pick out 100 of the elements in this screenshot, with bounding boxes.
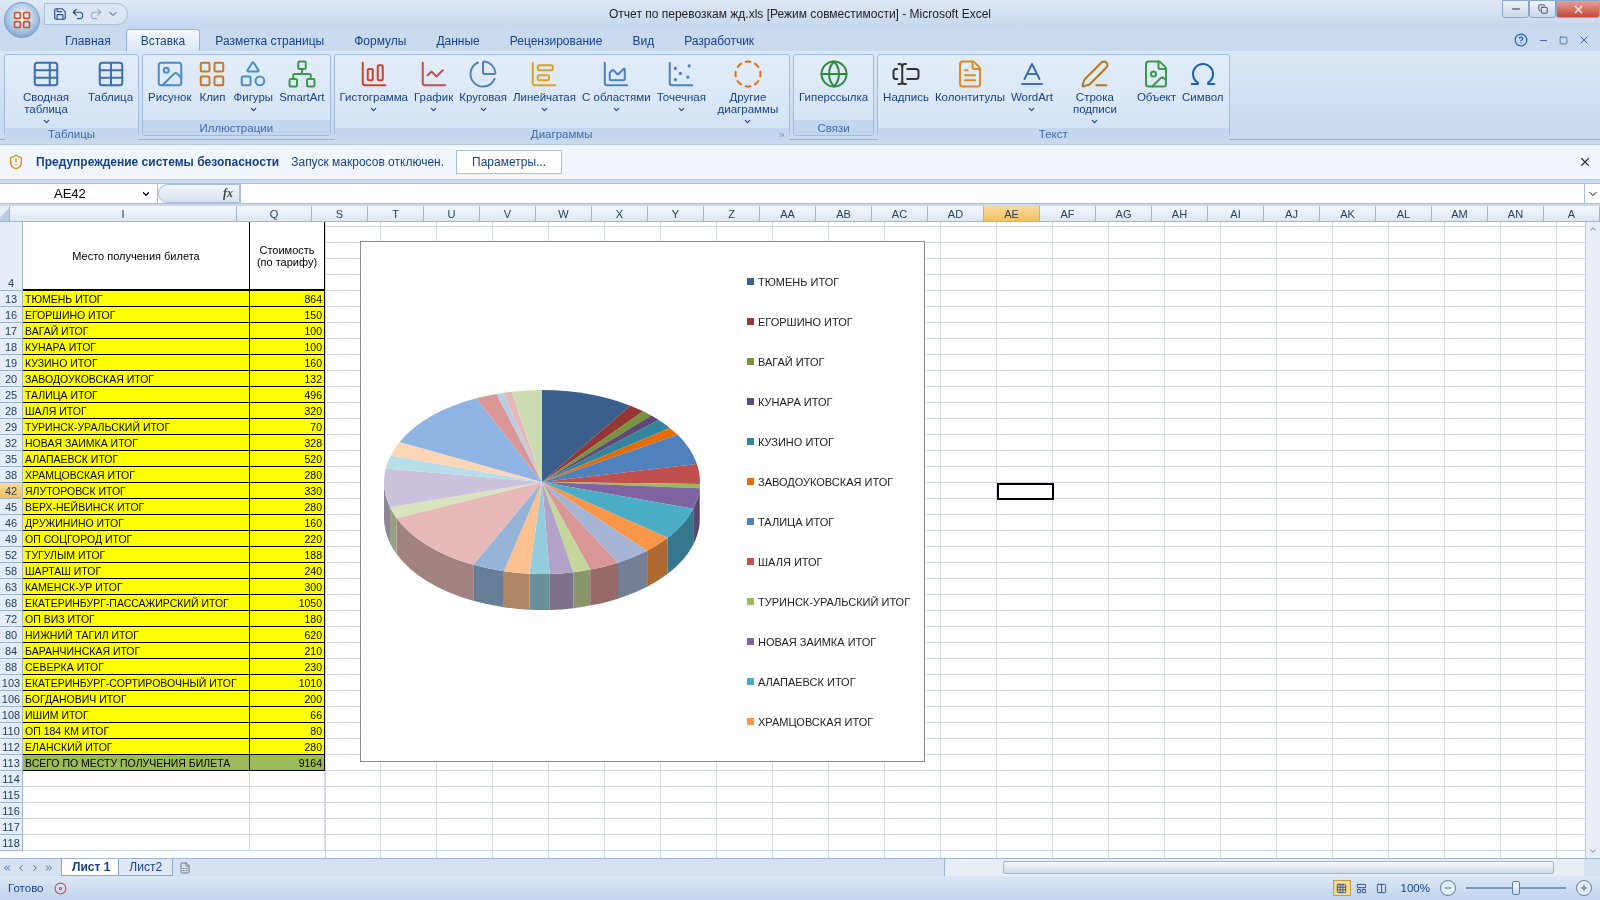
column-header[interactable]: U	[424, 206, 480, 221]
ribbon-button[interactable]: Клип	[194, 57, 231, 105]
next-sheet-icon[interactable]	[30, 862, 40, 873]
column-header[interactable]: AI	[1208, 206, 1264, 221]
row-header[interactable]: 118	[0, 835, 23, 851]
select-all-button[interactable]	[0, 206, 10, 221]
column-header[interactable]: AF	[1040, 206, 1096, 221]
row-header[interactable]: 113	[0, 755, 23, 771]
row-header[interactable]: 114	[0, 771, 23, 787]
column-header[interactable]: W	[536, 206, 592, 221]
options-button[interactable]: Параметры...	[456, 150, 563, 174]
row-header[interactable]: 42	[0, 483, 23, 499]
name-box[interactable]: AE42	[0, 184, 158, 203]
ribbon-button[interactable]: Колонтитулы	[931, 57, 1008, 105]
row-header[interactable]: 16	[0, 307, 23, 323]
column-header[interactable]: I	[10, 206, 237, 221]
vertical-scrollbar[interactable]	[1585, 222, 1600, 858]
ribbon-button[interactable]: График	[411, 57, 457, 116]
office-button[interactable]	[4, 2, 40, 38]
column-header[interactable]: AB	[816, 206, 872, 221]
row-header[interactable]: 38	[0, 467, 23, 483]
row-header[interactable]: 68	[0, 595, 23, 611]
minimize-button[interactable]	[1502, 0, 1529, 18]
ribbon-button[interactable]: Сводная таблица	[7, 57, 85, 128]
row-header[interactable]: 25	[0, 387, 23, 403]
zoom-thumb[interactable]	[1512, 881, 1520, 895]
row-header[interactable]: 49	[0, 531, 23, 547]
row-header[interactable]: 103	[0, 675, 23, 691]
ribbon-tab[interactable]: Данные	[421, 29, 495, 51]
save-icon[interactable]	[53, 7, 67, 21]
column-header[interactable]: V	[480, 206, 536, 221]
row-header[interactable]: 13	[0, 291, 23, 307]
dialog-launcher-icon[interactable]	[777, 131, 786, 139]
undo-icon[interactable]	[71, 7, 85, 21]
ribbon-button[interactable]: С областями	[579, 57, 654, 116]
column-header[interactable]: AN	[1488, 206, 1544, 221]
ribbon-button[interactable]: Таблица	[85, 57, 137, 105]
ribbon-tab[interactable]: Рецензирование	[494, 29, 618, 51]
close-icon[interactable]	[1578, 155, 1592, 169]
ribbon-button[interactable]: Круговая	[456, 57, 510, 116]
row-header[interactable]: 84	[0, 643, 23, 659]
row-header[interactable]: 18	[0, 339, 23, 355]
macro-record-icon[interactable]	[53, 881, 67, 895]
row-header[interactable]: 28	[0, 403, 23, 419]
ribbon-button[interactable]: Другие диаграммы	[708, 57, 787, 128]
row-header[interactable]: 52	[0, 547, 23, 563]
horizontal-scrollbar[interactable]	[944, 859, 1584, 876]
column-header[interactable]: AK	[1320, 206, 1376, 221]
row-header[interactable]: 32	[0, 435, 23, 451]
ribbon-button[interactable]: Рисунок	[145, 57, 195, 105]
selected-cell[interactable]	[997, 483, 1054, 500]
zoom-out-button[interactable]	[1440, 880, 1456, 896]
ribbon-button[interactable]: Точечная	[653, 57, 709, 116]
column-header[interactable]: T	[368, 206, 424, 221]
column-header[interactable]: AA	[760, 206, 816, 221]
column-header[interactable]: Y	[648, 206, 704, 221]
ribbon-button[interactable]: Надпись	[880, 57, 932, 105]
ribbon-button[interactable]: Символ	[1179, 57, 1227, 105]
ribbon-tab[interactable]: Главная	[50, 29, 126, 51]
row-header[interactable]: 58	[0, 563, 23, 579]
ribbon-button[interactable]: Гистограмма	[336, 57, 411, 116]
row-header[interactable]: 45	[0, 499, 23, 515]
column-header[interactable]: AL	[1376, 206, 1432, 221]
scroll-up-icon[interactable]	[1588, 224, 1598, 234]
ribbon-button[interactable]: SmartArt	[276, 57, 328, 105]
ribbon-button[interactable]: Гиперссылка	[795, 57, 872, 105]
column-header[interactable]: Z	[704, 206, 760, 221]
zoom-in-button[interactable]	[1576, 880, 1592, 896]
row-header[interactable]: 35	[0, 451, 23, 467]
row-header[interactable]: 19	[0, 355, 23, 371]
column-header[interactable]: X	[592, 206, 648, 221]
row-header[interactable]: 80	[0, 627, 23, 643]
insert-function-button[interactable]: fx	[223, 186, 233, 201]
row-header[interactable]: 108	[0, 707, 23, 723]
row-header[interactable]: 29	[0, 419, 23, 435]
help-icon[interactable]	[1514, 33, 1528, 47]
ribbon-button[interactable]: Фигуры	[230, 57, 277, 116]
ribbon-tab[interactable]: Разработчик	[669, 29, 770, 51]
row-header[interactable]: 116	[0, 803, 23, 819]
sheet-tab[interactable]: Лист2	[118, 859, 174, 876]
column-header[interactable]: AG	[1096, 206, 1152, 221]
column-header[interactable]: AD	[928, 206, 984, 221]
row-header[interactable]: 115	[0, 787, 23, 803]
chart-area[interactable]: ТЮМЕНЬ ИТОГ ЕГОРШИНО ИТОГ ВАГАЙ ИТОГ КУНАРА ИТОГ КУЗИНО ИТОГ ЗАВОДОУКОВСКАЯ ИТОГ ТАЛИЦА ИТОГ ШАЛЯ ИТОГ ТУРИНСК-УРАЛЬСКИЙ ИТОГ НОВАЯ ЗАИМКА ИТОГ АЛАПАЕВСК ИТОГ ХРАМЦОВСКАЯ ИТОГ	[360, 241, 925, 762]
ribbon-tab[interactable]: Формулы	[339, 29, 422, 51]
row-header[interactable]: 46	[0, 515, 23, 531]
row-header[interactable]: 112	[0, 739, 23, 755]
first-sheet-icon[interactable]	[2, 862, 12, 873]
close-button[interactable]	[1556, 0, 1600, 18]
last-sheet-icon[interactable]	[44, 862, 54, 873]
column-header[interactable]: AH	[1152, 206, 1208, 221]
row-header[interactable]: 110	[0, 723, 23, 739]
row-header[interactable]: 20	[0, 371, 23, 387]
row-header[interactable]: 4	[0, 222, 23, 291]
column-header[interactable]: A	[1544, 206, 1600, 221]
scroll-down-icon[interactable]	[1588, 846, 1598, 856]
column-header[interactable]: AM	[1432, 206, 1488, 221]
row-header[interactable]: 17	[0, 323, 23, 339]
column-header[interactable]: Q	[237, 206, 312, 221]
column-header[interactable]: S	[312, 206, 368, 221]
